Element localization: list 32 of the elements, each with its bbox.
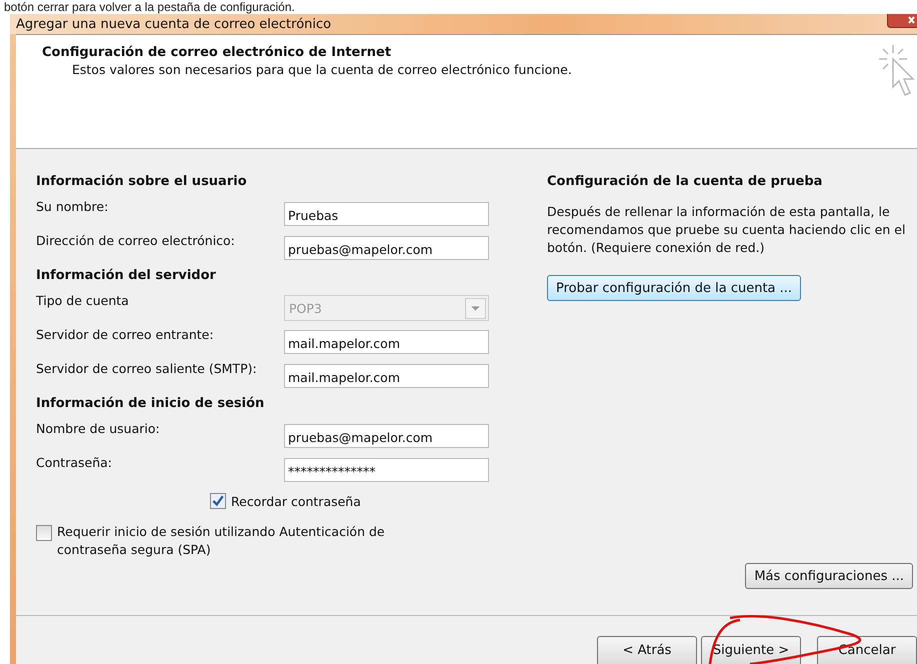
header-title: Configuración de correo electrónico de Internet (42, 45, 392, 60)
input-field[interactable]: ************** (284, 458, 489, 482)
checkbox-label: Requerir inicio de sesión utilizando Autenticación de contraseña segura (SPA) (57, 523, 386, 559)
close-icon[interactable] (887, 14, 917, 28)
input-field[interactable]: pruebas@mapelor.com (284, 236, 489, 260)
spa-checkbox[interactable] (36, 525, 52, 541)
input-field[interactable]: mail.mapelor.com (284, 330, 489, 354)
field-label: Nombre de usuario: (36, 420, 161, 436)
section-heading: Información del servidor (36, 267, 217, 285)
more-settings-button[interactable]: Más configuraciones ... (745, 563, 913, 589)
section-heading: Información sobre el usuario (36, 173, 248, 191)
field-label: Su nombre: (36, 198, 110, 214)
section-heading: Información de inicio de sesión (36, 395, 266, 413)
test-description: Después de rellenar la información de esta pantalla, le recomendamos que pruebe su cuenta haciendo clic en el botón. (Requiere conexión de red.) (547, 203, 906, 257)
header-subtitle: Estos valores son necesarios para que la cuenta de correo electrónico funcione. (71, 62, 573, 77)
field-label: Servidor de correo saliente (SMTP): (36, 360, 258, 376)
field-label: Servidor de correo entrante: (36, 326, 215, 342)
wizard-button[interactable]: Cancelar (817, 636, 917, 664)
field-label: Tipo de cuenta (36, 292, 130, 308)
test-settings-button[interactable]: Probar configuración de la cuenta ... (547, 275, 802, 301)
field-label: Dirección de correo electrónico: (36, 232, 236, 248)
wizard-button[interactable]: < Atrás (597, 636, 697, 664)
field-label: Contraseña: (36, 454, 113, 470)
input-field[interactable]: pruebas@mapelor.com (284, 424, 489, 448)
checkbox-label: Recordar contraseña (231, 494, 361, 508)
wizard-button[interactable]: Siguiente > (701, 636, 801, 664)
remember-checkbox[interactable] (210, 493, 226, 509)
caption-text: botón cerrar para volver a la pestaña de configuración. (3, 0, 296, 14)
window-title: Agregar una nueva cuenta de correo electrónico (16, 16, 332, 32)
input-field[interactable]: Pruebas (284, 202, 489, 226)
section-heading: Configuración de la cuenta de prueba (547, 173, 822, 191)
input-field[interactable]: mail.mapelor.com (284, 364, 489, 388)
